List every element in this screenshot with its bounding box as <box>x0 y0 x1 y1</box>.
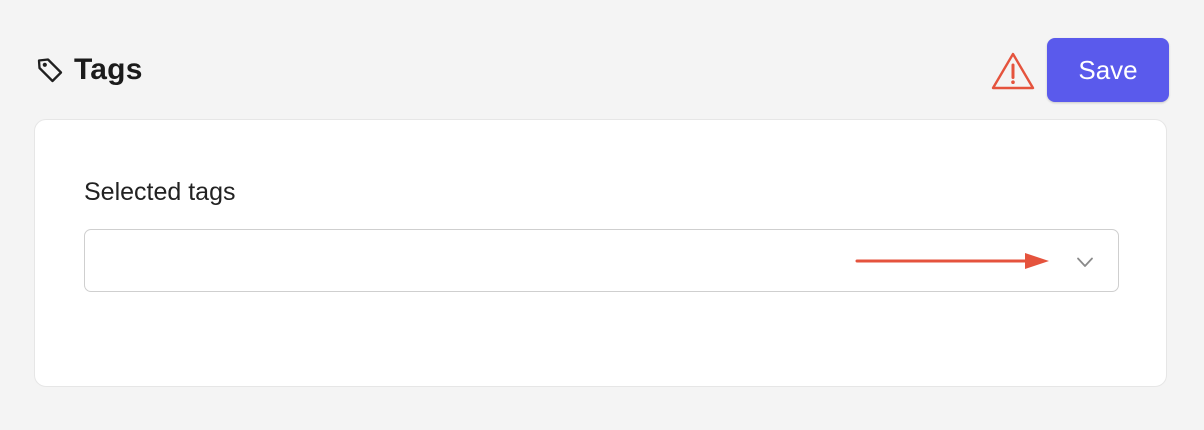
warning-icon <box>991 52 1035 90</box>
chevron-down-icon[interactable] <box>1073 250 1097 274</box>
save-button[interactable]: Save <box>1047 38 1169 102</box>
selected-tags-select[interactable] <box>84 229 1119 292</box>
page-title: Tags <box>74 53 143 86</box>
header: Tags Save <box>34 38 1170 102</box>
tags-page: Tags Save Selected tags <box>0 0 1204 430</box>
tags-card: Selected tags <box>34 119 1167 387</box>
title-wrap: Tags <box>34 50 143 90</box>
selected-tags-label: Selected tags <box>84 178 236 206</box>
right-arrow-icon <box>855 253 1049 269</box>
tag-icon <box>37 58 63 83</box>
